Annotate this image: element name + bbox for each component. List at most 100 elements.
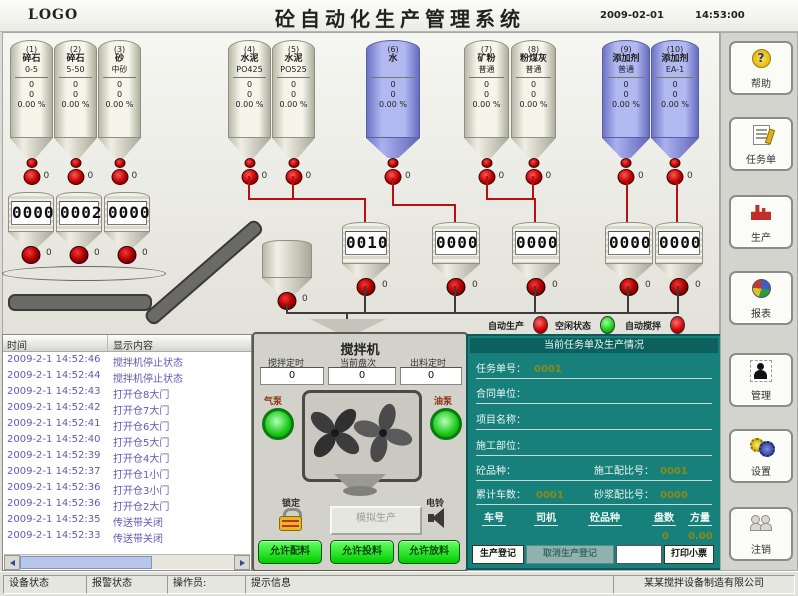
valve-icon [111, 169, 128, 185]
aggregate-scale-1: 0000 0 [8, 192, 54, 250]
silo-2: (2)碎石5-50000.00 % 0 [54, 40, 97, 192]
valve-icon [118, 246, 137, 264]
simulate-production-button[interactable]: 模拟生产 [330, 506, 422, 535]
silo-9: (9)添加剂普通000.00 % 0 [602, 40, 650, 192]
idle-state-led [600, 316, 615, 334]
status-bar: 设备状态 报警状态 操作员: 提示信息 某某搅拌设备制造有限公司 [0, 571, 798, 596]
task-order-row: 任务单号：0001 [476, 358, 712, 379]
sidebar-item-logout[interactable]: 注销 [729, 507, 793, 561]
manager-person-icon [749, 360, 773, 382]
pipe [677, 286, 679, 314]
mixer-panel: 搅拌机 搅拌定时 当前盘次 出料定时 0 0 0 气泵 油泵 [252, 332, 468, 572]
pans-value: 0 [662, 531, 669, 542]
powder-scale: 0000 0 [512, 222, 560, 282]
sidebar-item-task-order[interactable]: 任务单 [729, 117, 793, 171]
oil-pump-indicator [430, 408, 462, 440]
gate-indicator [528, 158, 539, 168]
valve-icon [357, 278, 376, 296]
auto-mix-led [670, 316, 685, 334]
volume-value: 0.00 [688, 531, 713, 542]
air-pump-label: 气泵 [264, 394, 282, 407]
pipe [364, 198, 366, 224]
date-display: 2009-02-01 [600, 10, 664, 21]
allow-feeding-button[interactable]: 允许投料 [330, 540, 394, 564]
pipe [627, 286, 629, 314]
valve-icon [70, 246, 89, 264]
log-row: 2009-2-1 14:52:35传送带关闭 [3, 512, 251, 528]
task-order-value: 0001 [534, 364, 562, 375]
event-log-table: 时间 显示内容 2009-2-1 14:52:46搅拌机停止状态 2009-2-… [2, 334, 252, 571]
production-table-values: 0 0.00 [476, 526, 712, 546]
project-row: 项目名称： [476, 409, 712, 430]
weight-display: 0002 [59, 201, 99, 225]
pipe [486, 176, 488, 200]
production-register-button[interactable]: 生产登记 [472, 545, 524, 564]
concrete-type-row: 砼品种： 施工配比号：0001 [476, 460, 712, 481]
mixer-drum [302, 390, 422, 482]
truck-count-row: 累计车数：0001 砂浆配比号：0000 [476, 484, 712, 505]
log-header: 时间 显示内容 [3, 335, 251, 352]
pipe [454, 286, 456, 314]
cement-scale: 0010 0 [342, 222, 390, 282]
page-title: 砼自动化生产管理系统 [200, 3, 600, 32]
time-display: 14:53:00 [695, 10, 745, 21]
transfer-hopper: 0 [262, 240, 312, 298]
allow-batching-button[interactable]: 允许配料 [258, 540, 322, 564]
weight-display: 0000 [435, 231, 477, 255]
pipe [292, 176, 294, 200]
sidebar-item-production[interactable]: 生产 [729, 195, 793, 249]
silo-8: (8)粉煤灰普通000.00 % 0 [511, 40, 556, 192]
pipe [248, 198, 366, 200]
log-row: 2009-2-1 14:52:44搅拌机停止状态 [3, 368, 251, 384]
scroll-left-icon[interactable] [4, 555, 20, 570]
allow-discharge-button[interactable]: 允许放料 [398, 540, 460, 564]
bell-speaker-icon [428, 508, 450, 528]
sidebar-item-help[interactable]: ? 帮助 [729, 41, 793, 95]
weight-display: 0000 [658, 231, 700, 255]
cancel-register-button[interactable]: 取消生产登记 [526, 545, 614, 564]
production-factory-icon [749, 202, 773, 224]
production-table-header: 车号 司机 砼品种 盘数 方量 [476, 508, 712, 528]
sidebar-item-settings[interactable]: 设置 [729, 429, 793, 483]
log-row: 2009-2-1 14:52:39打开仓4大门 [3, 448, 251, 464]
sidebar-item-reports[interactable]: 报表 [729, 271, 793, 325]
silo-1: (1)碎石0-5000.00 % 0 [10, 40, 53, 192]
pipe [248, 176, 250, 200]
log-row: 2009-2-1 14:52:33传送带关闭 [3, 528, 251, 544]
gate-indicator [670, 158, 681, 168]
valve-icon [22, 246, 41, 264]
gate-indicator [26, 158, 37, 168]
trucks-value: 0001 [536, 490, 564, 501]
aggregate-scale-2: 0002 0 [56, 192, 102, 250]
gate-indicator [481, 158, 492, 168]
log-row: 2009-2-1 14:52:36打开仓2大门 [3, 496, 251, 512]
header: LOGO 砼自动化生产管理系统 2009-02-01 14:53:00 [0, 0, 798, 32]
ticket-input[interactable] [616, 545, 662, 564]
weight-display: 0000 [11, 201, 51, 225]
valve-icon [67, 169, 84, 185]
log-row: 2009-2-1 14:52:42打开仓7大门 [3, 400, 251, 416]
gate-indicator [114, 158, 125, 168]
valve-icon [527, 278, 546, 296]
report-pie-icon [749, 278, 773, 300]
log-scrollbar[interactable] [4, 554, 250, 569]
print-ticket-button[interactable]: 打印小票 [664, 545, 714, 564]
silo-7: (7)矿粉普通000.00 % 0 [464, 40, 509, 192]
status-label: 自动搅拌 [625, 319, 661, 332]
admixture-scale-2: 0000 0 [655, 222, 703, 282]
silo-3: (3)砂中砂000.00 % 0 [98, 40, 141, 192]
silo-10: (10)添加剂EA-1000.00 % 0 [651, 40, 699, 192]
valve-icon [23, 169, 40, 185]
mortar-ratio-value: 0000 [660, 490, 688, 501]
status-label: 空闲状态 [555, 319, 591, 332]
scrollbar-thumb[interactable] [20, 556, 152, 569]
gate-indicator [70, 158, 81, 168]
settings-gears-icon [749, 436, 773, 458]
pipe [364, 286, 366, 314]
flat-conveyor [8, 294, 152, 311]
sidebar-item-management[interactable]: 管理 [729, 353, 793, 407]
scroll-right-icon[interactable] [234, 555, 250, 570]
weight-display: 0000 [608, 231, 650, 255]
padlock-icon [278, 508, 302, 530]
silo-5: (5)水泥PO525000.00 % 0 [272, 40, 315, 192]
